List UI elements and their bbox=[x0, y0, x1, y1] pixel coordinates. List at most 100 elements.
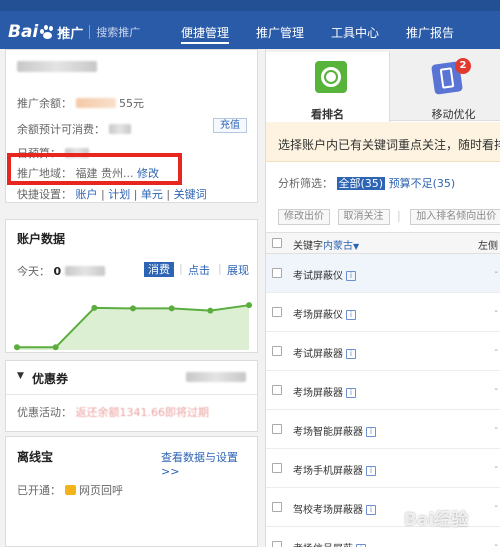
filter-budget-insufficient[interactable]: 预算不足(35) bbox=[389, 177, 456, 190]
quick-settings-label: 快捷设置： bbox=[17, 188, 72, 201]
keyword-row[interactable]: 考场信号屏蔽i - bbox=[266, 527, 500, 547]
add-ranking-bid-button[interactable]: 加入排名倾向出价 bbox=[410, 209, 500, 225]
keyword-row[interactable]: 考试屏蔽器 i - bbox=[266, 332, 500, 371]
trend-point[interactable] bbox=[246, 302, 252, 309]
modify-bid-button[interactable]: 修改出价 bbox=[278, 209, 330, 225]
quick-link-keyword[interactable]: 关键词 bbox=[174, 188, 207, 201]
tab-mobile-optimize[interactable]: 2 移动优化 bbox=[391, 52, 500, 121]
keyword-text: 考场信号屏蔽i bbox=[293, 540, 366, 547]
action-toolbar: 修改出价 取消关注 | 加入排名倾向出价 bbox=[278, 209, 500, 225]
keyword-label: 考场屏蔽仪 bbox=[293, 310, 343, 321]
account-data-trend-chart bbox=[14, 302, 252, 351]
keyword-text: 考场手机屏蔽器 i bbox=[293, 462, 376, 477]
tool-tabs: 看排名 2 移动优化 bbox=[266, 49, 500, 122]
top-strip bbox=[0, 0, 500, 11]
keyword-info-icon[interactable]: i bbox=[346, 349, 356, 359]
lixianbao-enabled-item: 网页回呼 bbox=[79, 484, 123, 497]
keyword-info-icon[interactable]: i bbox=[366, 505, 376, 515]
keyword-checkbox[interactable] bbox=[272, 385, 282, 395]
see-ranking-icon bbox=[315, 61, 347, 93]
keyword-row[interactable]: 考场手机屏蔽器 i - bbox=[266, 449, 500, 488]
keyword-label: 考试屏蔽仪 bbox=[293, 271, 343, 282]
filter-label: 分析筛选： bbox=[278, 177, 333, 190]
keyword-label: 考试屏蔽器 bbox=[293, 349, 343, 360]
region-column-dropdown[interactable]: 内蒙古 bbox=[323, 241, 353, 252]
keyword-checkbox[interactable] bbox=[272, 346, 282, 356]
nav-tab-promotion-report[interactable]: 推广报告 bbox=[406, 24, 454, 44]
keyword-text: 考试屏蔽器 i bbox=[293, 345, 356, 360]
keyword-column-header: 关键字内蒙古▼ bbox=[293, 237, 359, 252]
keyword-info-icon[interactable]: i bbox=[346, 388, 356, 398]
balance-tail: 55元 bbox=[119, 97, 144, 110]
keyword-checkbox[interactable] bbox=[272, 424, 282, 434]
metric-tab-impressions[interactable]: 展现 bbox=[227, 262, 249, 278]
lixianbao-enabled-row: 已开通： 网页回呼 bbox=[17, 482, 123, 498]
dropdown-arrow-icon[interactable]: ▼ bbox=[353, 242, 359, 251]
metric-tab-cost[interactable]: 消费 bbox=[144, 262, 174, 277]
quick-link-plan[interactable]: 计划 bbox=[108, 188, 130, 201]
keyword-row[interactable]: 考场屏蔽器 i - bbox=[266, 371, 500, 410]
keyword-checkbox[interactable] bbox=[272, 502, 282, 512]
left-rank-value: - bbox=[494, 423, 498, 434]
keyword-column-label: 关键字 bbox=[293, 241, 323, 252]
nav-tab-tool-center[interactable]: 工具中心 bbox=[331, 24, 379, 44]
keyword-checkbox[interactable] bbox=[272, 268, 282, 278]
account-data-title: 账户数据 bbox=[17, 232, 66, 246]
today-value-redacted bbox=[64, 266, 105, 276]
nav-tab-promotion-manage[interactable]: 推广管理 bbox=[256, 24, 304, 44]
top-navigation-bar: Bai 推广 搜索推广 便捷管理 推广管理 工具中心 推广报告 bbox=[0, 0, 500, 49]
left-rank-value: - bbox=[494, 306, 498, 317]
keyword-info-icon[interactable]: i bbox=[366, 427, 376, 437]
keyword-text: 考场屏蔽仪 i bbox=[293, 306, 356, 321]
select-all-checkbox[interactable] bbox=[272, 238, 282, 248]
metric-tab-clicks[interactable]: 点击 bbox=[188, 262, 210, 278]
estimate-redacted bbox=[108, 124, 131, 134]
keyword-checkbox[interactable] bbox=[272, 307, 282, 317]
trend-point[interactable] bbox=[207, 307, 214, 314]
keyword-label: 驾校考场屏蔽器 bbox=[293, 505, 363, 516]
left-rank-value: - bbox=[494, 384, 498, 395]
cancel-follow-button[interactable]: 取消关注 bbox=[337, 209, 390, 225]
keyword-checkbox[interactable] bbox=[272, 541, 282, 547]
trend-point[interactable] bbox=[168, 305, 175, 312]
today-value: 0 bbox=[53, 265, 62, 278]
keyword-row[interactable]: 考试屏蔽仪 i - bbox=[266, 254, 500, 293]
ranking-panel: 看排名 2 移动优化 选择账户内已有关键词重点关注，随时看排名， 分析筛选： 全… bbox=[265, 49, 500, 547]
coupon-activity-text[interactable]: 返还余额1341.66即将过期 bbox=[76, 406, 210, 419]
trend-point[interactable] bbox=[52, 344, 59, 351]
left-rank-value: - bbox=[494, 540, 498, 547]
notification-badge: 2 bbox=[455, 58, 471, 74]
left-rank-value: - bbox=[494, 501, 498, 512]
keyword-info-icon[interactable]: i bbox=[346, 310, 356, 320]
tab-see-ranking[interactable]: 看排名 bbox=[266, 52, 390, 122]
keyword-row[interactable]: 考场屏蔽仪 i - bbox=[266, 293, 500, 332]
account-name-redacted bbox=[17, 61, 97, 72]
keyword-text: 考场智能屏蔽器 i bbox=[293, 423, 376, 438]
lixianbao-enabled-label: 已开通： bbox=[17, 484, 61, 497]
trend-point[interactable] bbox=[14, 344, 20, 351]
keyword-info-icon[interactable]: i bbox=[366, 466, 376, 476]
keyword-checkbox[interactable] bbox=[272, 463, 282, 473]
account-data-panel: 账户数据 今天： 0 消费 | 点击 | 展现 bbox=[5, 219, 258, 353]
keyword-info-icon[interactable]: i bbox=[346, 271, 356, 281]
left-rank-value: - bbox=[494, 462, 498, 473]
estimate-row: 余额预计可消费： bbox=[17, 121, 131, 137]
quick-link-account[interactable]: 账户 bbox=[76, 188, 98, 201]
filter-all[interactable]: 全部(35) bbox=[336, 177, 386, 190]
lixianbao-settings-link[interactable]: 查看数据与设置 >> bbox=[161, 449, 257, 478]
recharge-button[interactable]: 充值 bbox=[213, 118, 247, 133]
balance-row: 推广余额： 55元 bbox=[17, 95, 144, 111]
trend-point[interactable] bbox=[91, 304, 98, 311]
left-rank-value: - bbox=[494, 345, 498, 356]
nav-tab-quick-manage[interactable]: 便捷管理 bbox=[181, 24, 230, 44]
keyword-row[interactable]: 考场智能屏蔽器 i - bbox=[266, 410, 500, 449]
coupon-header[interactable]: ▼ 优惠券 bbox=[6, 361, 257, 395]
trend-point[interactable] bbox=[130, 305, 136, 312]
lixianbao-panel: 离线宝 查看数据与设置 >> 已开通： 网页回呼 bbox=[5, 436, 258, 547]
filter-row: 分析筛选： 全部(35) 预算不足(35) bbox=[278, 175, 455, 191]
quick-link-unit[interactable]: 单元 bbox=[141, 188, 163, 201]
coupon-title: 优惠券 bbox=[32, 372, 69, 386]
region-highlight-annotation bbox=[7, 153, 182, 185]
keyword-text: 考场屏蔽器 i bbox=[293, 384, 356, 399]
keyword-table-header: 关键字内蒙古▼ 左侧 bbox=[266, 232, 500, 254]
